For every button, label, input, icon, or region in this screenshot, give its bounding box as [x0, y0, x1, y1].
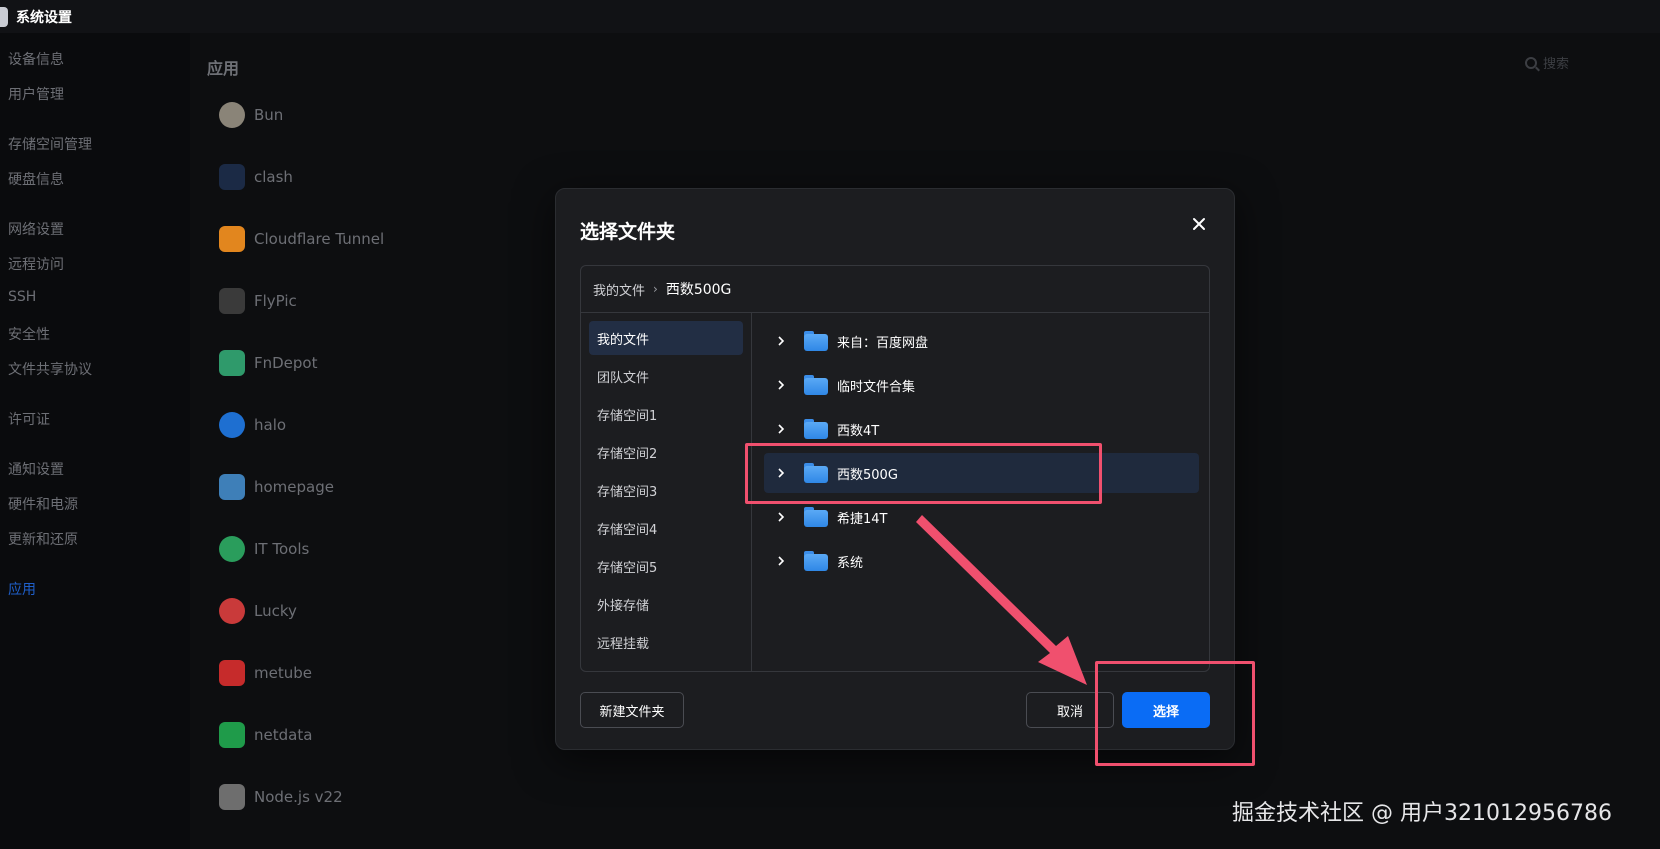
location-storage-3[interactable]: 存储空间3	[589, 473, 743, 507]
app-name: FlyPic	[254, 292, 297, 310]
chevron-right-icon[interactable]	[770, 556, 792, 566]
sidebar-item-security[interactable]: 安全性	[8, 324, 50, 344]
folder-icon	[804, 507, 828, 527]
annotation-highlight-select	[1095, 661, 1255, 766]
app-name: netdata	[254, 726, 313, 744]
sidebar-item-update-restore[interactable]: 更新和还原	[8, 529, 78, 549]
folder-icon	[804, 375, 828, 395]
new-folder-button[interactable]: 新建文件夹	[580, 692, 684, 728]
sidebar-item-file-sharing[interactable]: 文件共享协议	[8, 359, 92, 379]
nodejs-logo-icon	[219, 784, 245, 810]
location-storage-5[interactable]: 存储空间5	[589, 549, 743, 583]
clash-logo-icon	[219, 164, 245, 190]
fndepot-logo-icon	[219, 350, 245, 376]
folder-name: 西数4T	[837, 423, 880, 439]
app-name: clash	[254, 168, 293, 186]
breadcrumb-root[interactable]: 我的文件	[593, 280, 645, 299]
app-item-nodejs[interactable]: Node.js v22	[190, 777, 790, 817]
app-name: Cloudflare Tunnel	[254, 230, 385, 248]
sidebar-item-ssh[interactable]: SSH	[8, 289, 36, 305]
location-storage-4[interactable]: 存储空间4	[589, 511, 743, 545]
close-button[interactable]	[1186, 211, 1212, 237]
page-title: 应用	[207, 59, 240, 78]
location-list: 我的文件 团队文件 存储空间1 存储空间2 存储空间3 存储空间4 存储空间5 …	[581, 313, 752, 671]
window-title: 系统设置	[16, 9, 72, 26]
chevron-right-icon[interactable]	[770, 336, 792, 346]
dialog-title: 选择文件夹	[580, 221, 676, 243]
chevron-right-icon[interactable]	[770, 380, 792, 390]
app-name: Lucky	[254, 602, 297, 620]
location-storage-1[interactable]: 存储空间1	[589, 397, 743, 431]
app-name: homepage	[254, 478, 334, 496]
location-my-files[interactable]: 我的文件	[589, 321, 743, 355]
breadcrumb-separator-icon: ›	[653, 282, 658, 296]
location-external-storage[interactable]: 外接存储	[589, 587, 743, 621]
location-storage-2[interactable]: 存储空间2	[589, 435, 743, 469]
folder-icon	[804, 551, 828, 571]
metube-logo-icon	[219, 660, 245, 686]
folder-item[interactable]: 系统	[764, 541, 1199, 581]
sidebar-item-network[interactable]: 网络设置	[8, 219, 64, 239]
folder-name: 临时文件合集	[837, 379, 916, 395]
folder-name: 系统	[837, 555, 864, 571]
location-remote-mount[interactable]: 远程挂载	[589, 625, 743, 659]
halo-logo-icon	[219, 412, 245, 438]
sidebar-item-notifications[interactable]: 通知设置	[8, 459, 64, 479]
folder-name: 来自：百度网盘	[837, 335, 929, 351]
settings-app-icon	[0, 6, 8, 27]
breadcrumb: 我的文件 › 西数500G	[581, 266, 1209, 313]
annotation-highlight-folder	[745, 443, 1102, 504]
folder-item[interactable]: 来自：百度网盘	[764, 321, 1199, 361]
search-box[interactable]: 搜索	[1525, 53, 1569, 72]
homepage-logo-icon	[219, 474, 245, 500]
breadcrumb-current: 西数500G	[665, 282, 732, 298]
sidebar-item-hardware-power[interactable]: 硬件和电源	[8, 494, 78, 514]
app-name: Bun	[254, 106, 284, 124]
flypic-logo-icon	[219, 288, 245, 314]
search-icon	[1525, 56, 1537, 69]
watermark: 掘金技术社区 @ 用户321012956786	[1232, 801, 1612, 826]
folder-icon	[804, 419, 828, 439]
app-name: halo	[254, 416, 287, 434]
folder-icon	[804, 331, 828, 351]
app-name: metube	[254, 664, 312, 682]
search-input[interactable]: 搜索	[1543, 53, 1569, 72]
it-tools-logo-icon	[219, 536, 245, 562]
lucky-logo-icon	[219, 598, 245, 624]
cloudflare-logo-icon	[219, 226, 245, 252]
sidebar-item-apps[interactable]: 应用	[8, 579, 36, 599]
app-name: IT Tools	[254, 540, 310, 558]
location-team-files[interactable]: 团队文件	[589, 359, 743, 393]
settings-sidebar: 设备信息 用户管理 存储空间管理 硬盘信息 网络设置 远程访问 SSH 安全性 …	[0, 33, 178, 849]
netdata-logo-icon	[219, 722, 245, 748]
sidebar-item-device-info[interactable]: 设备信息	[8, 49, 64, 69]
app-name: Node.js v22	[254, 788, 343, 806]
sidebar-item-license[interactable]: 许可证	[8, 409, 50, 429]
folder-name: 希捷14T	[837, 511, 888, 527]
folder-item[interactable]: 临时文件合集	[764, 365, 1199, 405]
app-name: FnDepot	[254, 354, 318, 372]
app-item-bun[interactable]: Bun	[190, 95, 790, 135]
window-titlebar: 系统设置	[0, 0, 1660, 33]
sidebar-item-disk-info[interactable]: 硬盘信息	[8, 169, 64, 189]
sidebar-item-remote-access[interactable]: 远程访问	[8, 254, 64, 274]
bun-logo-icon	[219, 102, 245, 128]
close-icon	[1193, 218, 1205, 230]
chevron-right-icon[interactable]	[770, 512, 792, 522]
chevron-right-icon[interactable]	[770, 424, 792, 434]
sidebar-item-user-management[interactable]: 用户管理	[8, 84, 64, 104]
sidebar-item-storage-management[interactable]: 存储空间管理	[8, 134, 92, 154]
